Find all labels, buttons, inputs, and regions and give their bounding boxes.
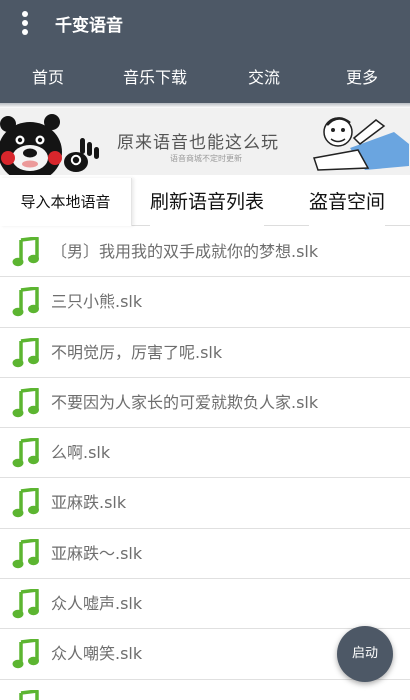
- banner-subtext: 语音商城不定时更新: [170, 154, 242, 163]
- list-item[interactable]: 不要因为人家长的可爱就欺负人家.slk: [0, 378, 410, 429]
- list-item[interactable]: 三只小熊.slk: [0, 277, 410, 328]
- tab-music-download[interactable]: 音乐下载: [96, 60, 214, 96]
- app-title: 千变语音: [55, 16, 123, 36]
- voice-file-list: 〔男〕我用我的双手成就你的梦想.slk 三只小熊.slk 不明觉厉，厉害了呢.s…: [0, 227, 410, 700]
- music-note-icon: [12, 639, 39, 669]
- promo-banner[interactable]: 原来语音也能这么玩 语音商城不定时更新: [0, 108, 410, 175]
- app-bar: 千变语音 首页 音乐下载 交流 更多: [0, 0, 410, 103]
- file-name: 众人嘲笑.slk: [51, 644, 143, 664]
- start-button[interactable]: 启动: [337, 626, 393, 682]
- music-note-icon: [12, 287, 39, 317]
- file-name: 众人嘘声.slk: [51, 594, 143, 614]
- music-note-icon: [12, 438, 39, 468]
- file-name: 三只小熊.slk: [51, 292, 143, 312]
- action-bar: 导入本地语音 刷新语音列表 盗音空间: [0, 178, 410, 226]
- banner-headline: 原来语音也能这么玩: [117, 133, 279, 153]
- nav-tabs: 首页 音乐下载 交流 更多: [0, 60, 410, 96]
- file-name: 〔男〕我用我的双手成就你的梦想.slk: [51, 242, 319, 261]
- list-item[interactable]: 么啊.slk: [0, 428, 410, 479]
- file-name: 么啊.slk: [51, 443, 111, 463]
- music-note-icon: [12, 488, 39, 518]
- tab-more[interactable]: 更多: [314, 60, 410, 96]
- list-item[interactable]: 众人嘘声.slk: [0, 579, 410, 630]
- list-item[interactable]: 不明觉厉，厉害了呢.slk: [0, 328, 410, 378]
- tab-home[interactable]: 首页: [0, 60, 96, 96]
- overflow-menu-icon[interactable]: [14, 8, 36, 38]
- music-note-icon: [12, 538, 39, 568]
- file-name: 不明觉厉，厉害了呢.slk: [51, 342, 223, 362]
- steal-voice-space-button[interactable]: 盗音空间: [309, 178, 386, 226]
- music-note-icon: [12, 337, 39, 367]
- music-note-icon: [12, 237, 39, 267]
- file-name: 亚麻跌～.slk: [51, 543, 143, 563]
- tab-community[interactable]: 交流: [214, 60, 314, 96]
- file-name: 不要因为人家长的可爱就欺负人家.slk: [51, 392, 319, 412]
- import-local-voice-button[interactable]: 导入本地语音: [0, 178, 132, 226]
- list-item[interactable]: 亚麻跌.slk: [0, 478, 410, 529]
- list-item[interactable]: 〔男〕我用我的双手成就你的梦想.slk: [0, 227, 410, 278]
- file-name: 亚麻跌.slk: [51, 493, 127, 513]
- music-note-icon: [12, 387, 39, 418]
- kumamon-bear-illustration: [0, 114, 99, 175]
- list-item-partial[interactable]: [0, 680, 410, 700]
- music-note-icon: [19, 689, 39, 700]
- refresh-voice-list-button[interactable]: 刷新语音列表: [150, 178, 265, 226]
- music-note-icon: [12, 589, 39, 619]
- meme-character-illustration: [313, 117, 409, 171]
- list-item[interactable]: 亚麻跌～.slk: [0, 529, 410, 580]
